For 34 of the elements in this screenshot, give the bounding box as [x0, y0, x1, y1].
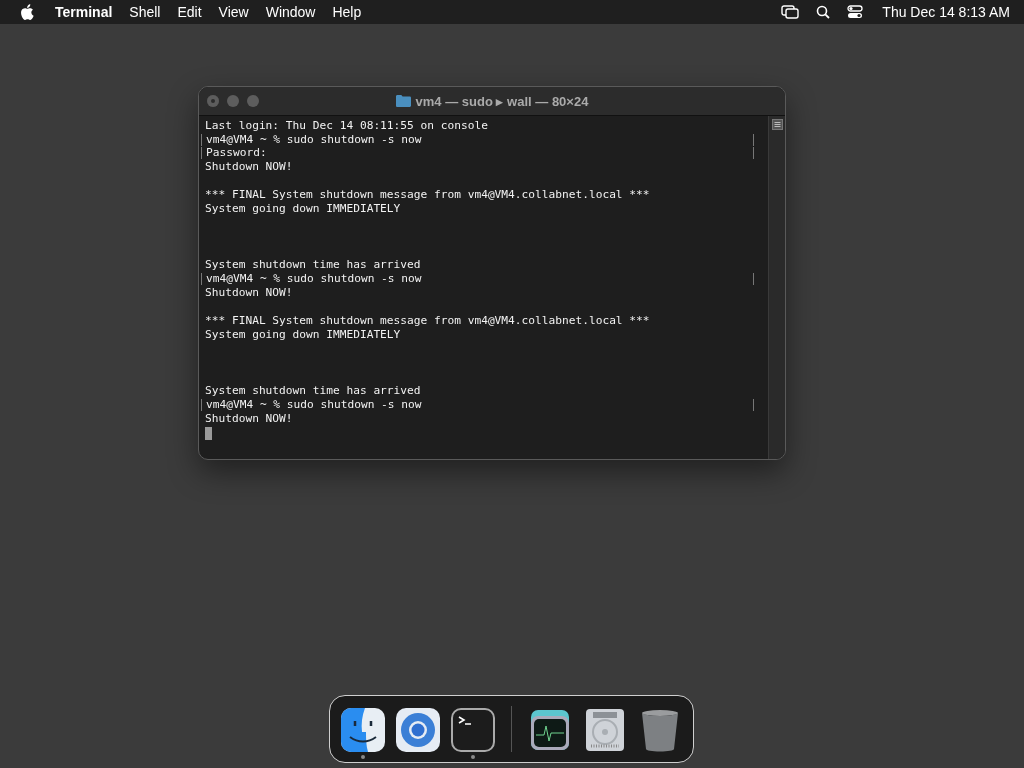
- menu-item[interactable]: View: [218, 4, 249, 20]
- menu-item[interactable]: Shell: [129, 4, 161, 20]
- text-cursor: [205, 426, 212, 440]
- terminal-app-icon[interactable]: [451, 707, 495, 752]
- terminal-line: System shutdown time has arrived: [205, 384, 421, 397]
- menu-bar-clock[interactable]: Thu Dec 14 8:13 AM: [882, 4, 1010, 20]
- folder-icon: [395, 95, 411, 107]
- terminal-line: vm4@VM4 ~ % sudo shutdown -s now: [206, 133, 422, 146]
- terminal-line: System going down IMMEDIATELY: [205, 202, 401, 215]
- menu-item[interactable]: Help: [332, 4, 362, 20]
- terminal-line: *** FINAL System shutdown message from vm4@VM4.collabnet.local ***: [205, 188, 650, 201]
- terminal-line: Password:: [206, 146, 267, 159]
- browser-app-icon[interactable]: [396, 707, 440, 752]
- terminal-line: Shutdown NOW!: [205, 412, 293, 425]
- menu-item[interactable]: Edit: [177, 4, 202, 20]
- menu-item[interactable]: Window: [265, 4, 316, 20]
- app-menu[interactable]: Terminal: [55, 4, 113, 20]
- windows-icon[interactable]: [781, 5, 800, 19]
- hard-disk-app-icon[interactable]: [583, 707, 627, 752]
- terminal-line: vm4@VM4 ~ % sudo shutdown -s now: [206, 398, 422, 411]
- monitor-graph-app-icon[interactable]: [528, 707, 572, 752]
- marks-button-icon[interactable]: [771, 119, 783, 130]
- terminal-line: System going down IMMEDIATELY: [205, 328, 401, 341]
- window-title: vm4 — sudo ▸ wall — 80×24: [415, 93, 589, 109]
- toggles-icon[interactable]: [847, 5, 864, 19]
- smiling-face-app-icon[interactable]: [341, 707, 385, 752]
- terminal-line: *** FINAL System shutdown message from vm4@VM4.collabnet.local ***: [205, 314, 650, 327]
- apple-logo-icon[interactable]: [20, 4, 34, 20]
- terminal-line: System shutdown time has arrived: [205, 258, 421, 271]
- terminal-line: vm4@VM4 ~ % sudo shutdown -s now: [206, 272, 422, 285]
- search-icon[interactable]: [816, 5, 831, 19]
- terminal-line: Shutdown NOW!: [205, 160, 293, 173]
- terminal-line: Last login: Thu Dec 14 08:11:55 on console: [205, 119, 488, 132]
- terminal-line: Shutdown NOW!: [205, 286, 293, 299]
